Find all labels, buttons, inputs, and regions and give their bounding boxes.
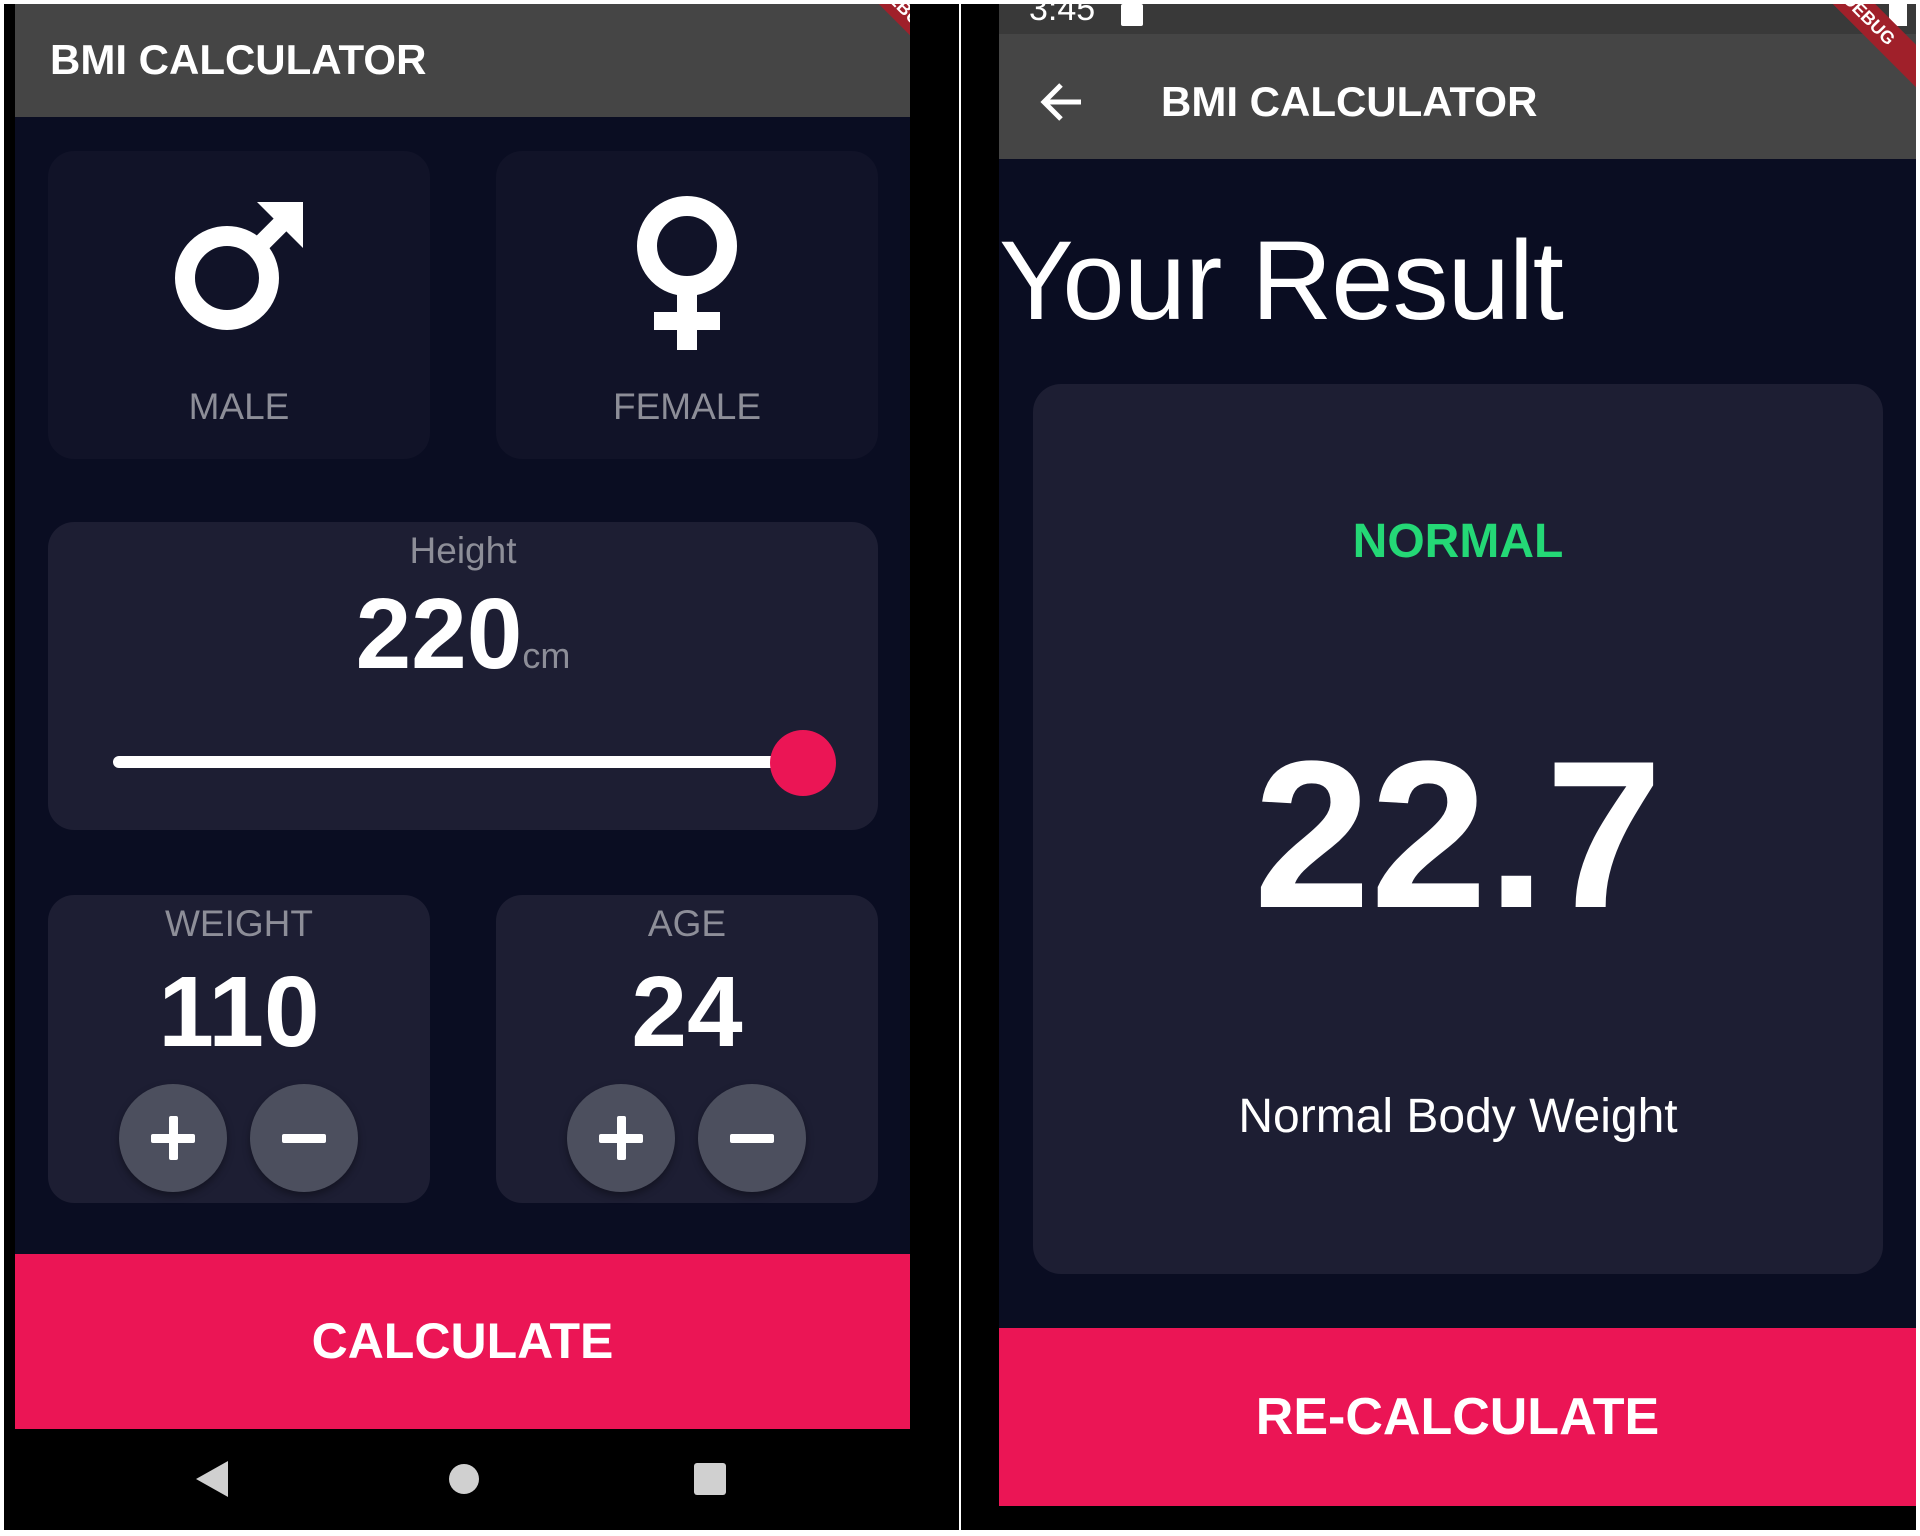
result-card: NORMAL 22.7 Normal Body Weight (1033, 384, 1883, 1274)
age-value: 24 (631, 956, 743, 1068)
notification-icon (1121, 4, 1143, 26)
android-nav-bar (4, 1429, 959, 1530)
female-label: FEMALE (612, 386, 762, 427)
height-slider-thumb[interactable] (770, 730, 836, 796)
height-value: 220 (355, 578, 523, 690)
height-unit: cm (522, 635, 571, 676)
nav-recents-icon[interactable] (693, 1462, 727, 1501)
male-label: MALE (188, 386, 290, 427)
nav-home-icon[interactable] (447, 1462, 481, 1501)
app-bar: BMI CALCULATOR (15, 4, 910, 117)
app-bar: BMI CALCULATOR (999, 34, 1916, 159)
status-bar: 3:45 (999, 4, 1916, 34)
result-screen: 3:45 BMI CALCULATOR DEBUG Your Result NO… (999, 4, 1916, 1506)
status-time: 3:45 (1029, 4, 1096, 28)
weight-label: WEIGHT (165, 903, 313, 944)
back-arrow-icon[interactable] (1039, 82, 1083, 127)
female-icon (632, 196, 742, 361)
male-icon (169, 196, 309, 341)
recalculate-button[interactable]: RE-CALCULATE (999, 1328, 1916, 1506)
age-label: AGE (647, 903, 727, 944)
calculate-button[interactable]: CALCULATE (15, 1254, 910, 1429)
result-status: NORMAL (1352, 515, 1564, 568)
height-slider-track[interactable] (113, 756, 803, 768)
app-title: BMI CALCULATOR (50, 36, 427, 83)
height-readout: 220cm (48, 577, 878, 692)
weight-increment-button[interactable] (119, 1084, 227, 1192)
weight-decrement-button[interactable] (250, 1084, 358, 1192)
height-label: Height (409, 530, 517, 571)
height-card: Height 220cm (48, 522, 878, 830)
result-title: Your Result (999, 218, 1564, 343)
result-message: Normal Body Weight (1238, 1090, 1678, 1143)
weight-value: 110 (158, 956, 320, 1068)
age-decrement-button[interactable] (698, 1084, 806, 1192)
age-card: AGE 24 (496, 895, 878, 1203)
input-screen: BMI CALCULATOR DEBUG MALE FEMALE Height … (15, 4, 910, 1429)
bmi-value: 22.7 (1253, 717, 1663, 952)
nav-back-icon[interactable] (194, 1459, 230, 1504)
male-card[interactable]: MALE (48, 151, 430, 459)
weight-card: WEIGHT 110 (48, 895, 430, 1203)
age-increment-button[interactable] (567, 1084, 675, 1192)
minus-icon (282, 1133, 326, 1143)
minus-icon (730, 1133, 774, 1143)
female-card[interactable]: FEMALE (496, 151, 878, 459)
app-title: BMI CALCULATOR (1161, 78, 1538, 125)
